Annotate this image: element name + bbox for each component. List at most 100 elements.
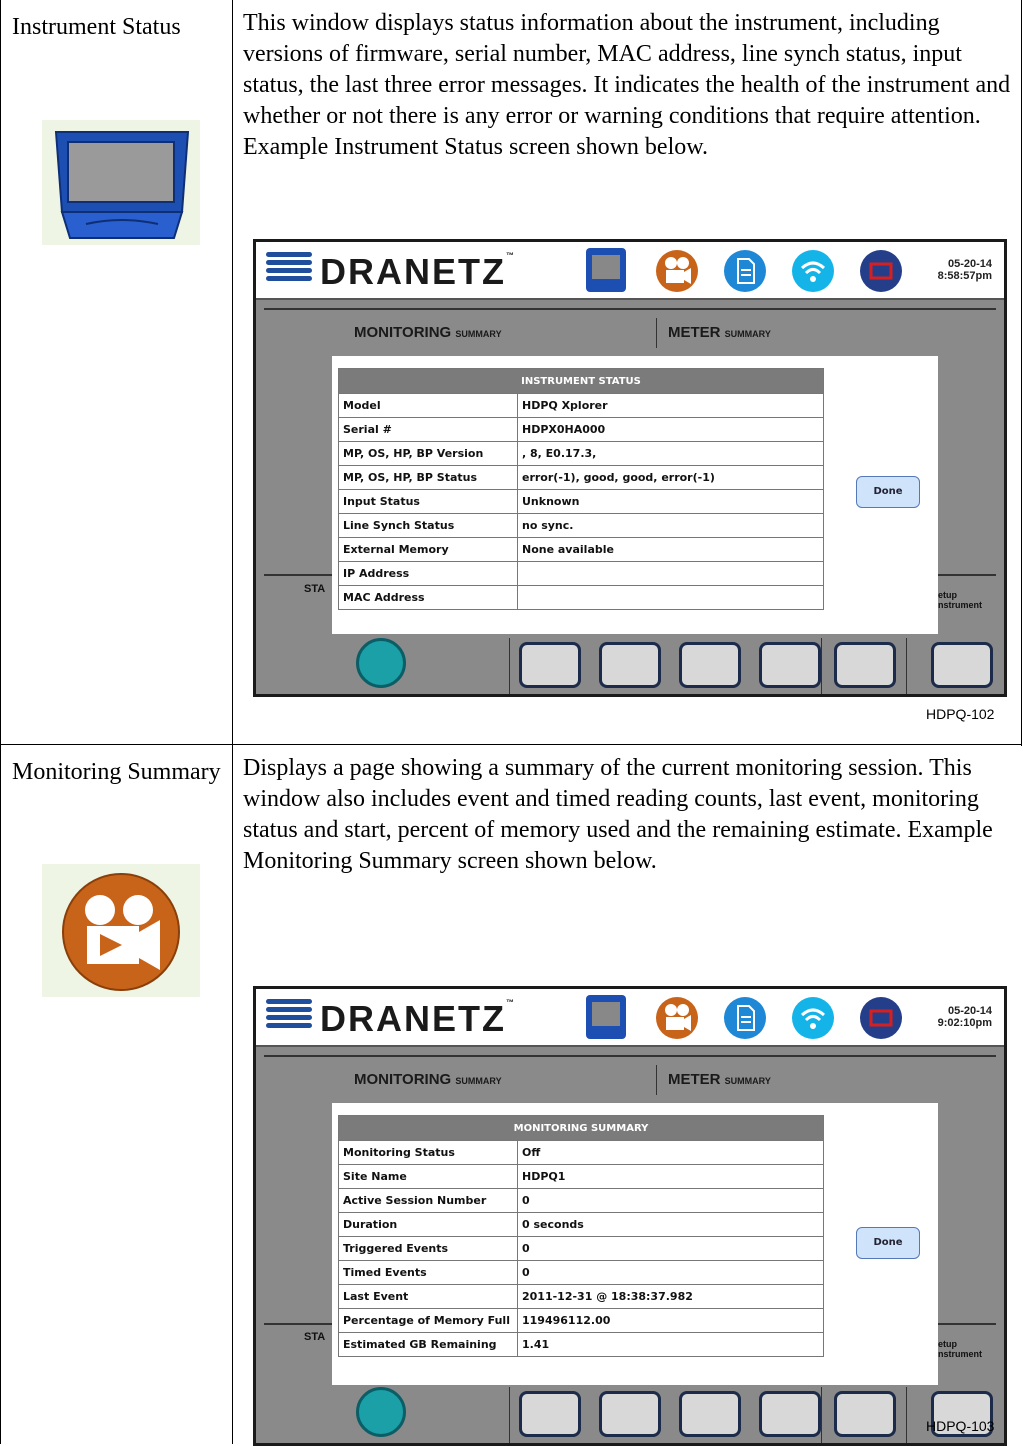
date-time-display: 05-20-14 9:02:10pm — [937, 1005, 992, 1029]
table-row: MP, OS, HP, BP Status error(-1), good, go… — [338, 465, 824, 490]
table-cell-label: IP Address — [338, 561, 518, 586]
table-cell-label: MAC Address — [338, 585, 518, 610]
screen-record-icon[interactable] — [860, 250, 902, 292]
brand-name: DRANETZ™ — [320, 251, 516, 292]
table-column-divider — [232, 0, 233, 1444]
table-row: External Memory None available — [338, 537, 824, 562]
table-row: Triggered Events 0 — [338, 1236, 824, 1261]
view-eye-icon[interactable] — [834, 642, 896, 688]
meter-gauge-icon[interactable] — [599, 642, 661, 688]
monitoring-summary-icon — [42, 864, 200, 997]
table-row: Last Event 2011-12-31 @ 18:38:37.982 — [338, 1284, 824, 1309]
table-row: Input Status Unknown — [338, 489, 824, 514]
table-row: Duration 0 seconds — [338, 1212, 824, 1237]
row-description-monitoring-summary: Displays a page showing a summary of the… — [243, 755, 993, 874]
meter-summary-header: METER SUMMARY — [668, 1071, 771, 1088]
wifi-icon[interactable] — [792, 997, 834, 1039]
document-page: Instrument Status This window displays s… — [0, 0, 1023, 1446]
report-icon[interactable] — [724, 997, 766, 1039]
table-cell-value: HDPQ1 — [517, 1164, 824, 1189]
status-label: STA — [304, 583, 326, 595]
table-row: Timed Events 0 — [338, 1260, 824, 1285]
start-play-icon[interactable] — [356, 638, 406, 688]
table-cell-label: External Memory — [338, 537, 518, 562]
monitoring-summary-table: MONITORING SUMMARY Monitoring Status Off S… — [338, 1115, 824, 1357]
table-row: Line Synch Status no sync. — [338, 513, 824, 538]
monitoring-summary-dialog: MONITORING SUMMARY Monitoring Status Off S… — [332, 1103, 938, 1385]
instrument-status-dialog: INSTRUMENT STATUS Model HDPQ Xplorer Seria… — [332, 356, 938, 634]
monitoring-summary-header: MONITORING SUMMARY — [354, 1071, 502, 1088]
table-cell-value: 1.41 — [517, 1332, 824, 1357]
table-row: Percentage of Memory Full 119496112.00 — [338, 1308, 824, 1333]
table-cell-label: MP, OS, HP, BP Status — [338, 465, 518, 490]
brand-name: DRANETZ™ — [320, 998, 516, 1039]
table-row: Active Session Number 0 — [338, 1188, 824, 1213]
meter-summary-header: METER SUMMARY — [668, 324, 771, 341]
table-cell-value — [517, 585, 824, 610]
table-cell-value: HDPQ Xplorer — [517, 393, 824, 418]
phasor-icon[interactable] — [759, 1391, 821, 1437]
table-row: Estimated GB Remaining 1.41 — [338, 1332, 824, 1357]
table-cell-label: Serial # — [338, 417, 518, 442]
table-cell-value: 2011-12-31 @ 18:38:37.982 — [517, 1284, 824, 1309]
screen-record-icon[interactable] — [860, 997, 902, 1039]
done-button[interactable]: Done — [856, 476, 920, 508]
table-cell-label: Line Synch Status — [338, 513, 518, 538]
meter-gauge-icon[interactable] — [599, 1391, 661, 1437]
screenshot-top-bar: DRANETZ™ 05-20-14 8:58:57pm — [256, 242, 1004, 300]
instrument-status-screenshot: DRANETZ™ 05-20-14 8:58:57pm MONITORING SU… — [253, 239, 1007, 697]
view-eye-icon[interactable] — [834, 1391, 896, 1437]
table-row: MP, OS, HP, BP Version, 8, E0.17.3, — [338, 441, 824, 466]
table-cell-value: Unknown — [517, 489, 824, 514]
figure-caption: HDPQ-102 — [926, 706, 995, 722]
wrench-icon[interactable] — [931, 642, 993, 688]
monitoring-summary-icon[interactable] — [656, 250, 698, 292]
bottom-toolbar — [256, 634, 1004, 694]
table-cell-label: Input Status — [338, 489, 518, 514]
table-cell-value — [517, 561, 824, 586]
report-icon[interactable] — [724, 250, 766, 292]
table-row: Serial # HDPX0HA000 — [338, 417, 824, 442]
table-cell-value: , 8, E0.17.3, — [517, 441, 824, 466]
status-label: STA — [304, 1331, 326, 1343]
table-cell-value: None available — [517, 537, 824, 562]
waveform-icon[interactable] — [519, 642, 581, 688]
screenshot-top-bar: DRANETZ™ 05-20-14 9:02:10pm — [256, 989, 1004, 1047]
row-label-instrument-status: Instrument Status — [12, 14, 181, 40]
start-play-icon[interactable] — [356, 1387, 406, 1437]
monitoring-summary-icon[interactable] — [656, 997, 698, 1039]
table-row: IP Address — [338, 561, 824, 586]
harmonics-icon[interactable] — [679, 642, 741, 688]
table-cell-label: Timed Events — [338, 1260, 518, 1285]
table-cell-value: 119496112.00 — [517, 1308, 824, 1333]
table-cell-label: Site Name — [338, 1164, 518, 1189]
table-row: MAC Address — [338, 585, 824, 610]
table-cell-label: Percentage of Memory Full — [338, 1308, 518, 1333]
monitoring-summary-header: MONITORING SUMMARY — [354, 324, 502, 341]
dranetz-logo-icon — [266, 999, 312, 1035]
wifi-icon[interactable] — [792, 250, 834, 292]
harmonics-icon[interactable] — [679, 1391, 741, 1437]
instrument-status-table: INSTRUMENT STATUS Model HDPQ Xplorer Seria… — [338, 368, 824, 610]
table-cell-value: no sync. — [517, 513, 824, 538]
table-cell-label: Monitoring Status — [338, 1140, 518, 1165]
dranetz-logo-icon — [266, 252, 312, 288]
phasor-icon[interactable] — [759, 642, 821, 688]
table-border-right — [1021, 0, 1022, 746]
table-border-left — [0, 0, 1, 1444]
monitoring-summary-screenshot: DRANETZ™ 05-20-14 9:02:10pm MONITORING SU… — [253, 986, 1007, 1446]
table-cell-label: Last Event — [338, 1284, 518, 1309]
table-title: INSTRUMENT STATUS — [338, 368, 824, 394]
table-cell-label: Active Session Number — [338, 1188, 518, 1213]
done-button[interactable]: Done — [856, 1227, 920, 1259]
table-title: MONITORING SUMMARY — [338, 1115, 824, 1141]
instrument-status-icon[interactable] — [586, 248, 626, 292]
table-cell-label: Model — [338, 393, 518, 418]
table-row: Monitoring Status Off — [338, 1140, 824, 1165]
table-cell-value: 0 seconds — [517, 1212, 824, 1237]
instrument-status-icon[interactable] — [586, 995, 626, 1039]
table-cell-label: Triggered Events — [338, 1236, 518, 1261]
table-row-divider — [0, 744, 1022, 745]
instrument-status-icon — [42, 120, 200, 245]
waveform-icon[interactable] — [519, 1391, 581, 1437]
